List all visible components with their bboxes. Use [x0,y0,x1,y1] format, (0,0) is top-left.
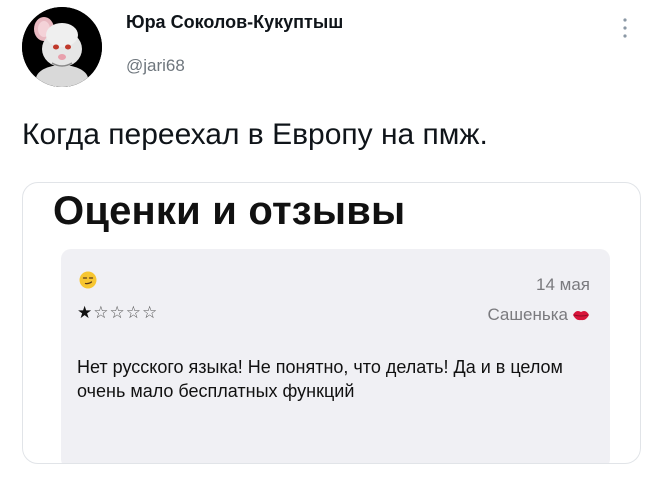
review-card: 14 мая ★ ☆ ☆ ☆ ☆ Сашенька Нет русского я… [61,249,610,463]
lips-icon [573,311,589,321]
star-filled-icon: ★ [77,303,93,322]
reviewer-name: Сашенька [487,305,568,324]
mouse-avatar-icon [22,7,102,87]
avatar[interactable] [22,7,102,87]
star-empty-icon: ☆ [93,303,109,322]
star-empty-icon: ☆ [109,303,125,322]
review-date: 14 мая [536,275,590,294]
more-options-icon[interactable] [618,14,632,42]
tweet-media-image[interactable]: Оценки и отзывы 14 мая ★ ☆ ☆ ☆ ☆ Сашеньк… [22,182,641,464]
media-heading: Оценки и отзывы [53,189,406,233]
review-text: Нет русского языка! Не понятно, что дела… [77,357,563,401]
star-empty-icon: ☆ [125,303,141,322]
smirking-face-emoji-icon [79,271,97,289]
tweet-text: Когда переехал в Европу на пмж. [22,118,488,151]
author-handle[interactable]: @jari68 [126,56,185,76]
star-rating: ★ ☆ ☆ ☆ ☆ [77,304,157,321]
author-name[interactable]: Юра Соколов-Кукуптыш [126,12,343,33]
star-empty-icon: ☆ [142,303,158,322]
reviewer: Сашенька [487,305,590,325]
